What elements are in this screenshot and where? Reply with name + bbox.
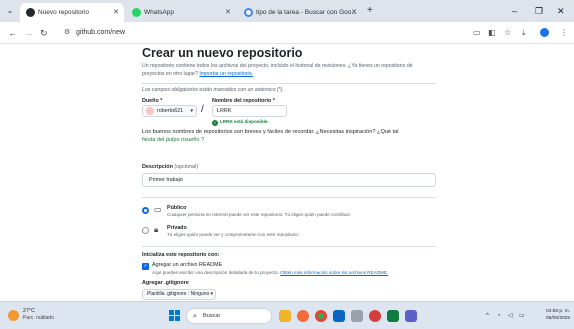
forward-arrow-icon[interactable]: →	[24, 26, 33, 40]
clock-date: 06/05/2025	[545, 316, 570, 321]
readme-checkbox[interactable]: ✓	[142, 263, 149, 270]
name-hint: Los buenos nombres de repositorios son b…	[142, 129, 399, 135]
volume-icon[interactable]: ◁	[508, 310, 513, 322]
weather-widget[interactable]: 27°C Parc. nublado	[8, 308, 68, 326]
visibility-private-option[interactable]: 🔒︎ Privado Tú eliges quién puede ver y c…	[142, 225, 432, 241]
owner-label: Dueño *	[142, 98, 163, 104]
tab-google-search[interactable]: tipo de la tarea - Buscar con Goo... ✕	[238, 3, 362, 22]
required-fields-note: Los campos obligatorios están marcados c…	[142, 87, 284, 93]
clock-time: 04:58 p. m.	[546, 309, 570, 314]
repo-name-input[interactable]: LRRK	[212, 105, 287, 117]
owner-avatar	[146, 107, 154, 115]
public-title: Público	[167, 205, 187, 211]
private-title: Privado	[167, 225, 187, 231]
tab-whatsapp[interactable]: WhatsApp ✕	[126, 3, 236, 22]
show-hidden-icons-chevron-icon[interactable]: ^	[486, 310, 489, 322]
divider	[142, 83, 436, 84]
site-info-icon[interactable]: ⚙	[64, 27, 70, 39]
search-icon: ⌕	[193, 313, 197, 320]
lock-icon: 🔒︎	[154, 225, 159, 234]
repo-name-label: Nombre del repositorio *	[212, 98, 275, 104]
readme-description: Aquí puedes escribir una descripción det…	[152, 270, 388, 275]
close-window-button[interactable]: ✕	[557, 4, 565, 18]
minimize-button[interactable]: –	[512, 4, 517, 18]
check-circle-icon: ✓	[212, 120, 218, 126]
init-heading: Inicializa este repositorio con:	[142, 252, 220, 258]
teams-icon[interactable]	[405, 310, 417, 322]
store-icon[interactable]	[333, 310, 345, 322]
tab-title: WhatsApp	[144, 9, 174, 16]
close-tab-icon[interactable]: ✕	[225, 3, 231, 22]
new-tab-button[interactable]: +	[367, 4, 373, 18]
weather-condition: Parc. nublado	[23, 315, 54, 321]
private-desc: Tú eliges quién puede ver y comprometers…	[167, 232, 300, 237]
page-title: Crear un nuevo repositorio	[142, 46, 303, 60]
taskbar-search[interactable]: ⌕ Buscar	[186, 308, 272, 324]
availability-text: LRRK está disponible.	[220, 119, 269, 124]
readme-info-link[interactable]: Obtén más información sobre los archivos…	[280, 270, 388, 275]
page-subtitle: Un repositorio contiene todos los archiv…	[142, 62, 432, 78]
close-tab-icon[interactable]: ✕	[113, 3, 119, 22]
divider	[142, 197, 436, 198]
menu-kebab-icon[interactable]: ⋮	[560, 26, 568, 40]
public-desc: Cualquier persona en Internet puede ver …	[167, 212, 352, 217]
import-repository-link[interactable]: Importar un repositorio.	[199, 71, 253, 77]
owner-value: roberto621	[157, 108, 184, 114]
google-icon	[244, 8, 253, 17]
whatsapp-icon	[132, 8, 141, 17]
tab-title: tipo de la tarea - Buscar con Goo...	[256, 9, 357, 16]
gitignore-template-select[interactable]: Plantilla .gitignore : Ninguno ▾	[142, 289, 216, 300]
description-input[interactable]: Primer trabajo	[142, 173, 436, 187]
back-arrow-icon[interactable]: ←	[8, 26, 17, 40]
subtitle-text: Un repositorio contiene todos los archiv…	[142, 63, 413, 77]
description-label: Descripción (opcional)	[142, 164, 198, 170]
description-label-text: Descripción	[142, 164, 173, 170]
gitignore-heading: Agregar .gitignore	[142, 280, 189, 286]
restore-button[interactable]: ❐	[535, 4, 543, 18]
translate-icon[interactable]: ◧	[488, 26, 496, 40]
chrome-icon[interactable]	[315, 310, 327, 322]
excel-icon[interactable]	[387, 310, 399, 322]
tab-search-icon[interactable]: ⌄	[4, 5, 16, 17]
taskbar-clock[interactable]: 04:58 p. m. 06/05/2025	[537, 308, 570, 322]
name-suggestion[interactable]: fiesta del pulpo risueño ?	[142, 137, 204, 143]
owner-dropdown[interactable]: roberto621 ▾	[142, 105, 197, 117]
url-text[interactable]: github.com/new	[76, 25, 125, 41]
owner-repo-separator: /	[201, 104, 204, 115]
file-explorer-icon[interactable]	[279, 310, 291, 322]
visibility-public-option[interactable]: ▭ Público Cualquier persona en Internet …	[142, 205, 432, 221]
address-bar[interactable]: ⚙ github.com/new	[58, 25, 468, 41]
bookmark-star-icon[interactable]: ☆	[504, 26, 511, 40]
readme-desc-text: Aquí puedes escribir una descripción det…	[152, 270, 279, 275]
optional-tag: (opcional)	[174, 164, 199, 170]
media-app-icon[interactable]	[369, 310, 381, 322]
divider	[142, 246, 436, 247]
public-radio[interactable]	[142, 207, 149, 214]
start-windows-icon[interactable]	[169, 310, 181, 322]
brave-browser-icon[interactable]	[297, 310, 309, 322]
weather-sun-icon	[8, 310, 19, 321]
app-icon[interactable]	[351, 310, 363, 322]
readme-label[interactable]: Agregar un archivo README	[152, 262, 222, 268]
download-icon[interactable]: ⤓	[522, 26, 526, 40]
profile-avatar[interactable]	[540, 28, 549, 37]
weather-temperature: 27°C	[23, 308, 36, 314]
cast-icon[interactable]: ▭	[473, 26, 481, 40]
github-icon	[26, 8, 35, 17]
chevron-down-icon: ▾	[190, 108, 193, 114]
public-repo-icon: ▭	[154, 205, 162, 214]
close-tab-icon[interactable]: ✕	[351, 3, 357, 22]
search-placeholder: Buscar	[203, 313, 221, 319]
wifi-icon[interactable]: ◔	[497, 310, 501, 322]
browser-tab-strip: ⌄ Nuevo repositorio ✕ WhatsApp ✕ tipo de…	[0, 0, 574, 22]
browser-toolbar: ← → ↻ ⚙ github.com/new ▭ ◧ ☆ ⤓ ⋮	[0, 22, 574, 44]
availability-message: ✓ LRRK está disponible.	[212, 119, 269, 126]
tab-nuevo-repositorio[interactable]: Nuevo repositorio ✕	[20, 3, 124, 22]
new-repository-form: Crear un nuevo repositorio Un repositori…	[140, 44, 440, 301]
battery-icon[interactable]: ▭	[519, 310, 525, 322]
tab-title: Nuevo repositorio	[38, 9, 89, 16]
reload-icon[interactable]: ↻	[40, 26, 48, 40]
taskbar: 27°C Parc. nublado ⌕ Buscar ^ ◔ ◁ ▭ 04:5…	[0, 301, 574, 329]
private-radio[interactable]	[142, 227, 149, 234]
